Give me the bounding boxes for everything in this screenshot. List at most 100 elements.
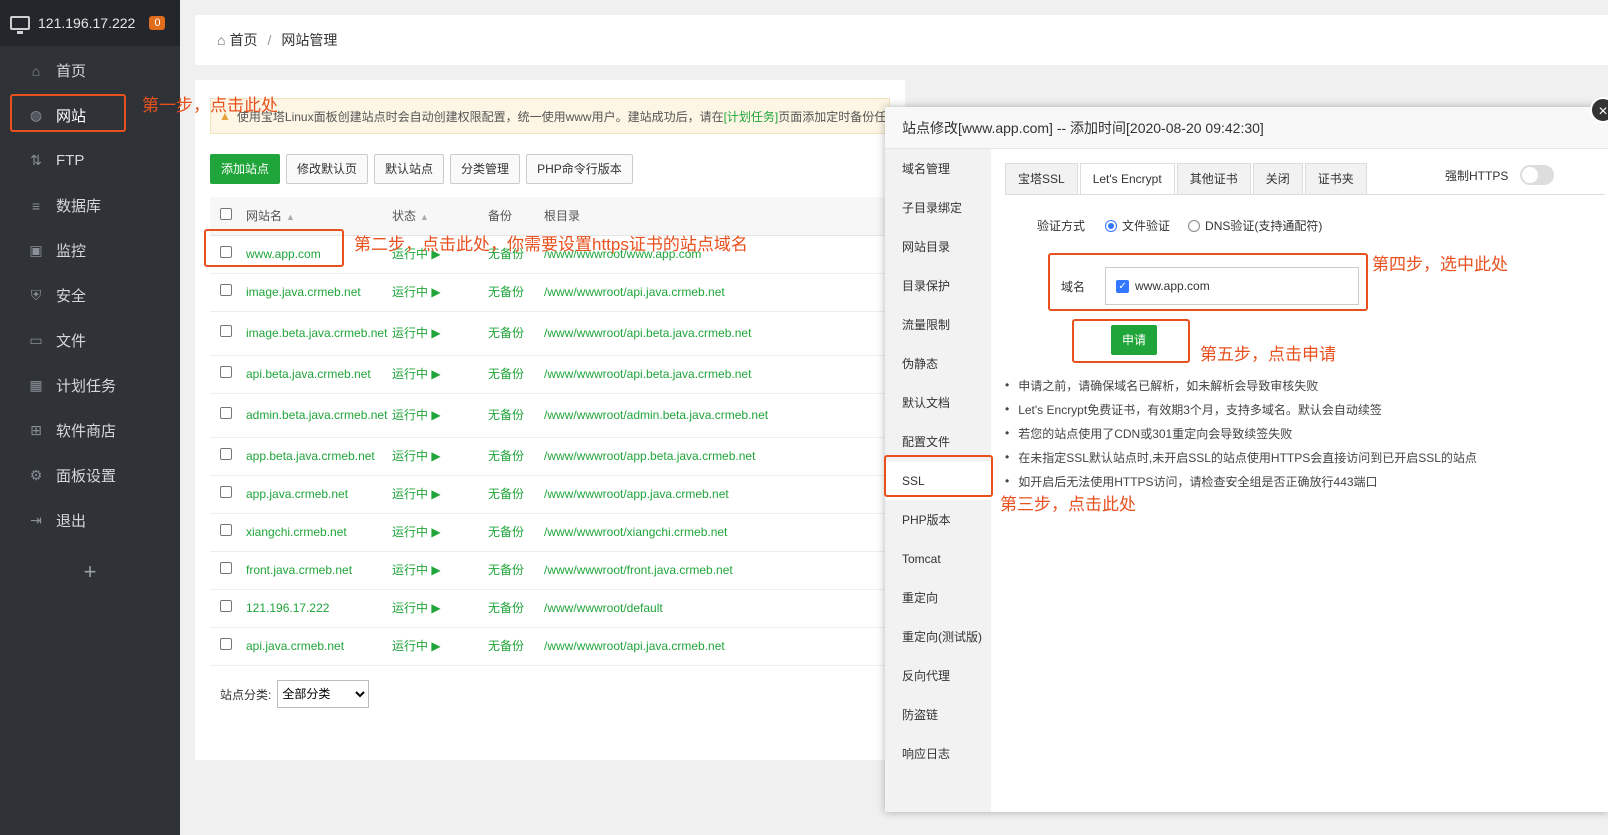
- site-root[interactable]: /www/wwwroot/app.beta.java.crmeb.net: [544, 437, 900, 476]
- default-site-button[interactable]: 默认站点: [374, 154, 445, 184]
- ssl-tab[interactable]: 关闭: [1252, 163, 1303, 195]
- site-name[interactable]: admin.beta.java.crmeb.net: [242, 393, 392, 438]
- modal-menu-item[interactable]: 响应日志: [885, 734, 991, 773]
- sidebar-item-3[interactable]: ≡ 数据库: [0, 183, 180, 228]
- dns-verify-radio[interactable]: [1188, 219, 1201, 232]
- site-backup[interactable]: 无备份: [488, 627, 544, 666]
- site-backup[interactable]: 无备份: [488, 551, 544, 590]
- site-root[interactable]: /www/wwwroot/api.java.crmeb.net: [544, 273, 900, 312]
- sidebar-item-4[interactable]: ▣ 监控: [0, 228, 180, 273]
- ssl-tab[interactable]: 宝塔SSL: [1005, 163, 1078, 195]
- row-checkbox[interactable]: [220, 600, 232, 612]
- breadcrumb-home[interactable]: 首页: [229, 30, 257, 50]
- site-root[interactable]: /www/wwwroot/api.beta.java.crmeb.net: [544, 311, 900, 356]
- site-name[interactable]: image.beta.java.crmeb.net: [242, 311, 392, 356]
- modal-menu-item[interactable]: 流量限制: [885, 305, 991, 344]
- site-backup[interactable]: 无备份: [488, 393, 544, 438]
- site-backup[interactable]: 无备份: [488, 355, 544, 394]
- modal-menu-item[interactable]: 反向代理: [885, 656, 991, 695]
- site-status[interactable]: 运行中 ▶: [392, 627, 488, 666]
- site-name[interactable]: image.java.crmeb.net: [242, 273, 392, 312]
- site-status[interactable]: 运行中 ▶: [392, 513, 488, 552]
- row-checkbox[interactable]: [220, 325, 232, 337]
- site-backup[interactable]: 无备份: [488, 311, 544, 356]
- category-manage-button[interactable]: 分类管理: [450, 154, 521, 184]
- edit-default-page-button[interactable]: 修改默认页: [286, 154, 369, 184]
- sidebar-item-label: FTP: [56, 152, 85, 169]
- row-checkbox[interactable]: [220, 562, 232, 574]
- modal-menu-item[interactable]: Tomcat: [885, 539, 991, 578]
- site-backup[interactable]: 无备份: [488, 437, 544, 476]
- sidebar-item-2[interactable]: ⇅ FTP: [0, 138, 180, 183]
- row-checkbox[interactable]: [220, 407, 232, 419]
- modal-menu-item[interactable]: 防盗链: [885, 695, 991, 734]
- sidebar-item-5[interactable]: ⛨ 安全: [0, 273, 180, 318]
- row-checkbox[interactable]: [220, 638, 232, 650]
- notice-link[interactable]: [计划任务]: [724, 108, 779, 125]
- sidebar-item-10[interactable]: ⇥ 退出: [0, 498, 180, 543]
- modal-menu-item[interactable]: 网站目录: [885, 227, 991, 266]
- sidebar-item-0[interactable]: ⌂ 首页: [0, 48, 180, 93]
- site-name[interactable]: front.java.crmeb.net: [242, 551, 392, 590]
- select-all-checkbox[interactable]: [220, 208, 232, 221]
- site-name[interactable]: api.java.crmeb.net: [242, 627, 392, 666]
- site-root[interactable]: /www/wwwroot/front.java.crmeb.net: [544, 551, 900, 590]
- site-root[interactable]: /www/wwwroot/default: [544, 589, 900, 628]
- site-root[interactable]: /www/wwwroot/xiangchi.crmeb.net: [544, 513, 900, 552]
- site-status[interactable]: 运行中 ▶: [392, 355, 488, 394]
- site-root[interactable]: /www/wwwroot/api.java.crmeb.net: [544, 627, 900, 666]
- modal-menu-item[interactable]: 域名管理: [885, 149, 991, 188]
- modal-menu-item[interactable]: PHP版本: [885, 500, 991, 539]
- site-backup[interactable]: 无备份: [488, 513, 544, 552]
- row-checkbox[interactable]: [220, 524, 232, 536]
- modal-menu-item[interactable]: 重定向(测试版): [885, 617, 991, 656]
- ssl-tab[interactable]: 证书夹: [1304, 163, 1367, 195]
- row-checkbox[interactable]: [220, 448, 232, 460]
- ssl-tab[interactable]: 其他证书: [1176, 163, 1251, 195]
- site-status[interactable]: 运行中 ▶: [392, 475, 488, 514]
- sidebar-item-8[interactable]: ⊞ 软件商店: [0, 408, 180, 453]
- row-checkbox[interactable]: [220, 366, 232, 378]
- site-status[interactable]: 运行中 ▶: [392, 393, 488, 438]
- site-root[interactable]: /www/wwwroot/app.java.crmeb.net: [544, 475, 900, 514]
- force-https-toggle[interactable]: [1520, 165, 1555, 185]
- sidebar-item-9[interactable]: ⚙ 面板设置: [0, 453, 180, 498]
- modal-menu-item[interactable]: 子目录绑定: [885, 188, 991, 227]
- row-checkbox[interactable]: [220, 284, 232, 296]
- site-root[interactable]: /www/wwwroot/api.beta.java.crmeb.net: [544, 355, 900, 394]
- add-icon[interactable]: +: [0, 559, 180, 585]
- php-cli-version-button[interactable]: PHP命令行版本: [526, 154, 633, 184]
- site-status[interactable]: 运行中 ▶: [392, 311, 488, 356]
- site-status[interactable]: 运行中 ▶: [392, 273, 488, 312]
- site-name[interactable]: api.beta.java.crmeb.net: [242, 355, 392, 394]
- sidebar-item-6[interactable]: ▭ 文件: [0, 318, 180, 363]
- server-ip: 121.196.17.222: [38, 15, 136, 31]
- file-verify-radio[interactable]: [1105, 219, 1118, 232]
- ssl-tab[interactable]: Let's Encrypt: [1079, 163, 1175, 195]
- add-site-button[interactable]: 添加站点: [210, 154, 281, 184]
- row-checkbox[interactable]: [220, 486, 232, 498]
- site-backup[interactable]: 无备份: [488, 273, 544, 312]
- breadcrumb-separator: /: [267, 32, 272, 48]
- site-backup[interactable]: 无备份: [488, 475, 544, 514]
- site-root[interactable]: /www/wwwroot/admin.beta.java.crmeb.net: [544, 393, 900, 438]
- site-backup[interactable]: 无备份: [488, 589, 544, 628]
- home-icon[interactable]: ⌂: [217, 32, 225, 48]
- site-name[interactable]: app.beta.java.crmeb.net: [242, 437, 392, 476]
- category-select[interactable]: 全部分类: [277, 680, 370, 708]
- modal-menu-item[interactable]: 默认文档: [885, 383, 991, 422]
- site-name[interactable]: xiangchi.crmeb.net: [242, 513, 392, 552]
- site-name[interactable]: app.java.crmeb.net: [242, 475, 392, 514]
- site-status[interactable]: 运行中 ▶: [392, 437, 488, 476]
- table-row: xiangchi.crmeb.net 运行中 ▶ 无备份/www/wwwroot/x…: [210, 513, 900, 552]
- site-status[interactable]: 运行中 ▶: [392, 589, 488, 628]
- site-name[interactable]: 121.196.17.222: [242, 589, 392, 628]
- sidebar-item-7[interactable]: ▦ 计划任务: [0, 363, 180, 408]
- notification-badge[interactable]: 0: [149, 16, 166, 30]
- site-status[interactable]: 运行中 ▶: [392, 551, 488, 590]
- modal-menu-item[interactable]: 重定向: [885, 578, 991, 617]
- modal-menu-item[interactable]: 目录保护: [885, 266, 991, 305]
- tip-item: 若您的站点使用了CDN或301重定向会导致续签失败: [1005, 421, 1477, 445]
- modal-menu-item[interactable]: 伪静态: [885, 344, 991, 383]
- sidebar-item-label: 首页: [56, 63, 87, 80]
